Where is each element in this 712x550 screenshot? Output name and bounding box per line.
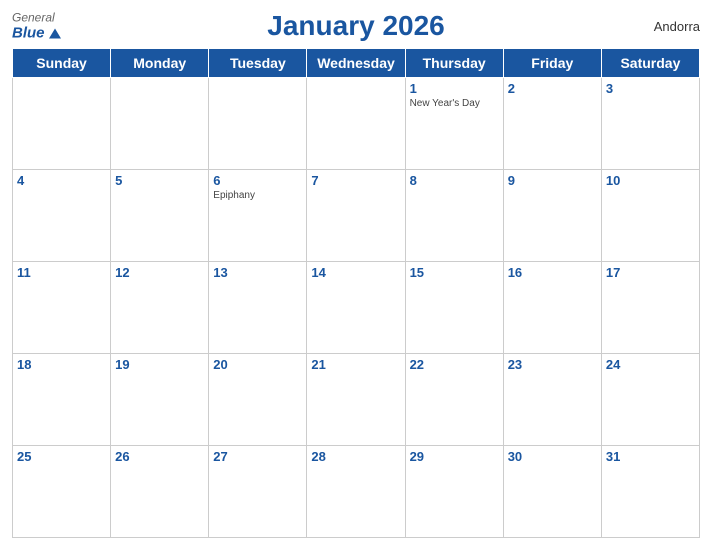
- logo-general-text: General: [12, 11, 55, 25]
- weekday-header-monday: Monday: [111, 49, 209, 78]
- calendar-title: January 2026: [267, 10, 444, 42]
- weekday-header-thursday: Thursday: [405, 49, 503, 78]
- logo: General Blue: [12, 11, 61, 42]
- calendar-cell: 19: [111, 354, 209, 446]
- calendar-cell: 26: [111, 446, 209, 538]
- calendar-cell: 5: [111, 170, 209, 262]
- week-row-4: 18 19 20 21 22 23 24: [13, 354, 700, 446]
- calendar-cell: 29: [405, 446, 503, 538]
- weekday-header-sunday: Sunday: [13, 49, 111, 78]
- country-label: Andorra: [654, 19, 700, 34]
- day-number: 24: [606, 357, 695, 372]
- calendar-cell: 28: [307, 446, 405, 538]
- calendar-cell: 14: [307, 262, 405, 354]
- calendar-cell: 24: [601, 354, 699, 446]
- event-label: Epiphany: [213, 190, 302, 201]
- weekday-header-row: SundayMondayTuesdayWednesdayThursdayFrid…: [13, 49, 700, 78]
- calendar-cell: 4: [13, 170, 111, 262]
- day-number: 12: [115, 265, 204, 280]
- weekday-header-tuesday: Tuesday: [209, 49, 307, 78]
- day-number: 1: [410, 81, 499, 96]
- calendar-cell: 27: [209, 446, 307, 538]
- day-number: 20: [213, 357, 302, 372]
- day-number: 14: [311, 265, 400, 280]
- day-number: 22: [410, 357, 499, 372]
- day-number: 30: [508, 449, 597, 464]
- day-number: 28: [311, 449, 400, 464]
- day-number: 3: [606, 81, 695, 96]
- calendar-cell: 12: [111, 262, 209, 354]
- event-label: New Year's Day: [410, 98, 499, 109]
- day-number: 13: [213, 265, 302, 280]
- day-number: 25: [17, 449, 106, 464]
- calendar-cell: [13, 78, 111, 170]
- calendar-cell: 20: [209, 354, 307, 446]
- calendar-cell: 3: [601, 78, 699, 170]
- day-number: 8: [410, 173, 499, 188]
- calendar-cell: 11: [13, 262, 111, 354]
- calendar-cell: 18: [13, 354, 111, 446]
- week-row-2: 456 Epiphany 789 10: [13, 170, 700, 262]
- calendar-cell: 23: [503, 354, 601, 446]
- calendar-cell: [209, 78, 307, 170]
- calendar-cell: [111, 78, 209, 170]
- day-number: 15: [410, 265, 499, 280]
- weekday-header-wednesday: Wednesday: [307, 49, 405, 78]
- day-number: 4: [17, 173, 106, 188]
- calendar-table: SundayMondayTuesdayWednesdayThursdayFrid…: [12, 48, 700, 538]
- calendar-cell: 8: [405, 170, 503, 262]
- calendar-cell: 31: [601, 446, 699, 538]
- logo-blue-text: Blue: [12, 25, 61, 42]
- calendar-cell: 1 New Year's Day: [405, 78, 503, 170]
- week-row-3: 11 12 13 14 15 16 17: [13, 262, 700, 354]
- calendar-cell: 2: [503, 78, 601, 170]
- day-number: 11: [17, 265, 106, 280]
- calendar-container: General Blue January 2026 Andorra Sunday…: [0, 0, 712, 550]
- day-number: 29: [410, 449, 499, 464]
- day-number: 27: [213, 449, 302, 464]
- day-number: 17: [606, 265, 695, 280]
- day-number: 2: [508, 81, 597, 96]
- calendar-cell: 10: [601, 170, 699, 262]
- day-number: 6: [213, 173, 302, 188]
- calendar-cell: 21: [307, 354, 405, 446]
- day-number: 21: [311, 357, 400, 372]
- calendar-cell: [307, 78, 405, 170]
- calendar-header: General Blue January 2026 Andorra: [12, 10, 700, 42]
- week-row-1: 1 New Year's Day 23: [13, 78, 700, 170]
- calendar-cell: 9: [503, 170, 601, 262]
- day-number: 31: [606, 449, 695, 464]
- day-number: 23: [508, 357, 597, 372]
- day-number: 5: [115, 173, 204, 188]
- logo-triangle-icon: [49, 28, 61, 38]
- day-number: 19: [115, 357, 204, 372]
- calendar-cell: 17: [601, 262, 699, 354]
- calendar-cell: 13: [209, 262, 307, 354]
- calendar-cell: 6 Epiphany: [209, 170, 307, 262]
- day-number: 9: [508, 173, 597, 188]
- calendar-cell: 15: [405, 262, 503, 354]
- calendar-cell: 7: [307, 170, 405, 262]
- day-number: 26: [115, 449, 204, 464]
- calendar-cell: 30: [503, 446, 601, 538]
- day-number: 16: [508, 265, 597, 280]
- weekday-header-saturday: Saturday: [601, 49, 699, 78]
- week-row-5: 25 26 27 28 29 30 31: [13, 446, 700, 538]
- calendar-cell: 25: [13, 446, 111, 538]
- day-number: 7: [311, 173, 400, 188]
- calendar-cell: 22: [405, 354, 503, 446]
- calendar-cell: 16: [503, 262, 601, 354]
- day-number: 10: [606, 173, 695, 188]
- weekday-header-friday: Friday: [503, 49, 601, 78]
- day-number: 18: [17, 357, 106, 372]
